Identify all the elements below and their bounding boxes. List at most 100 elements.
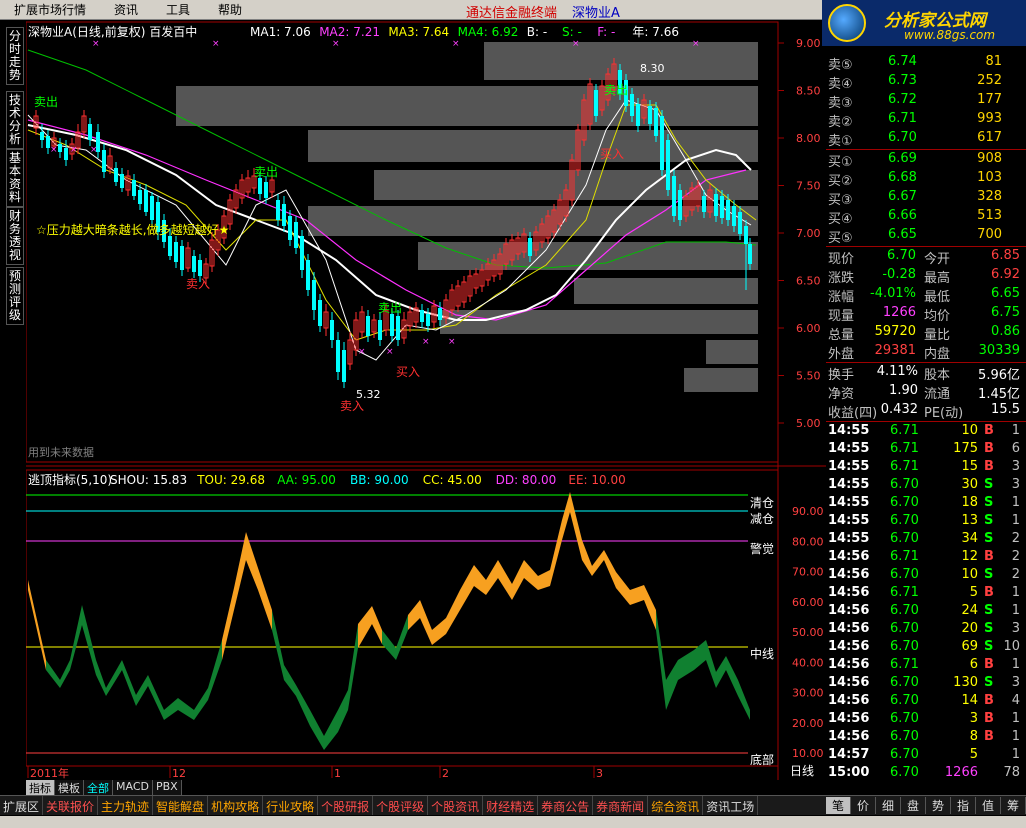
- stat-label: 内盘: [924, 347, 951, 362]
- tick-count: 1: [1011, 747, 1020, 762]
- pressure-bar: [574, 278, 758, 304]
- stat-value: -4.01%: [870, 286, 916, 301]
- tick-time: 14:55: [828, 495, 870, 510]
- top-marker: ×: [92, 39, 100, 49]
- ask-price: 6.70: [888, 130, 917, 145]
- subtab-macd[interactable]: MACD: [113, 780, 153, 795]
- bottom-tab[interactable]: 个股资讯: [428, 796, 484, 815]
- subtab-indicator[interactable]: 指标: [26, 780, 55, 795]
- ma-label: MA3: 7.64: [388, 25, 449, 39]
- subtab-all[interactable]: 全部: [84, 780, 113, 795]
- right-tab[interactable]: 值: [976, 797, 1001, 814]
- stat-label: 现价: [828, 252, 855, 267]
- stat-label: 涨幅: [828, 290, 855, 305]
- vtab-intraday[interactable]: 分时走势: [6, 27, 24, 85]
- menu-news[interactable]: 资讯: [100, 1, 152, 18]
- bottom-tab[interactable]: 财经精选: [483, 796, 539, 815]
- tick-price: 6.71: [890, 549, 919, 564]
- menu-tools[interactable]: 工具: [152, 1, 204, 18]
- tick-side: S: [984, 603, 994, 618]
- ma-label: MA1: 7.06: [250, 25, 311, 39]
- tick-side: B: [984, 441, 994, 456]
- right-tab[interactable]: 细: [876, 797, 901, 814]
- subtab-template[interactable]: 模板: [55, 780, 84, 795]
- indicator-band-segment: [432, 618, 446, 645]
- indicator-band-segment: [372, 606, 382, 644]
- tick-volume: 12: [961, 549, 978, 564]
- indicator-band-segment: [164, 698, 178, 720]
- sell-signal: 卖出: [378, 301, 402, 315]
- candle-body: [198, 260, 202, 276]
- bottom-tab[interactable]: 综合资讯: [648, 796, 704, 815]
- subtab-pbx[interactable]: PBX: [153, 780, 182, 795]
- right-tab[interactable]: 指: [951, 797, 976, 814]
- bid-volume: 700: [977, 227, 1002, 242]
- bottom-tab[interactable]: 资讯工场: [703, 796, 759, 815]
- bottom-tab[interactable]: 关联报价: [43, 796, 99, 815]
- candle-body: [726, 200, 730, 220]
- tick-volume: 10: [961, 567, 978, 582]
- bottom-tab[interactable]: 扩展区: [0, 796, 44, 815]
- tick-row: 14:56 6.70 24 S 1: [826, 603, 1026, 622]
- status-bar: [0, 816, 1026, 828]
- vtab-fundamentals[interactable]: 基本资料: [6, 149, 24, 207]
- tick-volume: 34: [961, 531, 978, 546]
- y-tick-label: 8.50: [796, 85, 821, 98]
- tick-side: S: [984, 639, 994, 654]
- tick-side: S: [984, 621, 994, 636]
- tick-side: B: [984, 729, 994, 744]
- label-reduce: 减仓: [750, 512, 774, 526]
- vtab-technical[interactable]: 技术分析: [6, 91, 24, 149]
- candle-body: [138, 190, 142, 204]
- tick-price: 6.70: [890, 693, 919, 708]
- tick-time: 14:55: [828, 423, 870, 438]
- candle-body: [258, 178, 262, 194]
- stat-value: 0.86: [991, 324, 1020, 339]
- stat-value: 30339: [978, 343, 1020, 358]
- kline-chart[interactable]: 深物业A(日线,前复权) 百发百中 MA1: 7.06 MA2: 7.21 MA3:…: [26, 20, 826, 780]
- menu-extended-market[interactable]: 扩展市场行情: [0, 1, 100, 18]
- right-tab[interactable]: 盘: [901, 797, 926, 814]
- buy-signal: 卖入: [186, 277, 210, 291]
- bottom-tab[interactable]: 券商新闻: [593, 796, 649, 815]
- ask-label: 卖③: [828, 96, 853, 111]
- tick-row: 14:56 6.71 5 B 1: [826, 585, 1026, 604]
- bottom-tab[interactable]: 机构攻略: [208, 796, 264, 815]
- bottom-tab[interactable]: 智能解盘: [153, 796, 209, 815]
- candle-body: [114, 168, 118, 182]
- right-tab[interactable]: 势: [926, 797, 951, 814]
- candle-body: [330, 320, 334, 340]
- right-tab[interactable]: 筹: [1001, 797, 1026, 814]
- pressure-bar: [440, 310, 758, 334]
- indicator-band-segment: [234, 532, 246, 610]
- indicator-name: 逃顶指标(5,10): [28, 472, 112, 487]
- candle-body: [318, 300, 322, 326]
- bottom-tab[interactable]: 个股研报: [318, 796, 374, 815]
- tick-volume: 5: [969, 585, 978, 600]
- tick-row: 14:55 6.70 30 S 3: [826, 477, 1026, 496]
- stat-label: 净资: [828, 387, 855, 402]
- indicator-band-segment: [396, 615, 408, 660]
- bottom-tab[interactable]: 行业攻略: [263, 796, 319, 815]
- candle-body: [594, 90, 598, 116]
- vtab-financial[interactable]: 财务透视: [6, 207, 24, 265]
- indicator-band-segment: [284, 665, 296, 696]
- candle-body: [40, 132, 44, 140]
- tick-price: 6.70: [890, 639, 919, 654]
- right-tab[interactable]: 笔: [826, 797, 851, 814]
- candle-body: [438, 308, 442, 320]
- candle-body: [420, 310, 424, 322]
- vtab-rating[interactable]: 预测评级: [6, 267, 24, 325]
- bottom-tab[interactable]: 主力轨迹: [98, 796, 154, 815]
- bottom-tab[interactable]: 个股评级: [373, 796, 429, 815]
- stat-label: 换手: [828, 368, 855, 383]
- candle-body: [678, 190, 682, 220]
- right-tab[interactable]: 价: [851, 797, 876, 814]
- ask-label: 卖①: [828, 134, 853, 149]
- bottom-tab[interactable]: 券商公告: [538, 796, 594, 815]
- indicator-band-segment: [582, 540, 592, 576]
- indicator-band-segment: [524, 560, 538, 590]
- tick-price: 6.70: [890, 531, 919, 546]
- ind-y-tick-label: 80.00: [792, 535, 824, 548]
- menu-help[interactable]: 帮助: [204, 1, 256, 18]
